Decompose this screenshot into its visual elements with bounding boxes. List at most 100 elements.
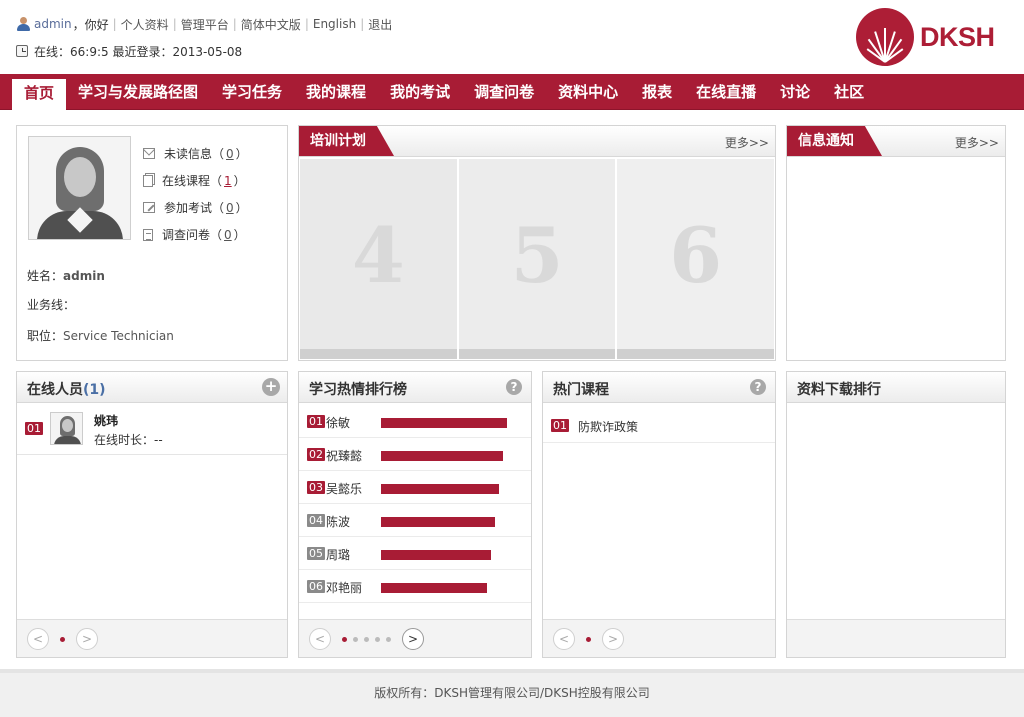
online-users-panel: 在线人员(1) + 01 姚玮 在线时长：-- < > xyxy=(16,371,288,658)
avatar xyxy=(28,136,131,240)
online-status: 在线：66:9:5 最近登录：2013-05-08 xyxy=(16,43,242,59)
survey-count[interactable]: 0 xyxy=(224,228,232,242)
mail-icon xyxy=(143,148,155,159)
more-link[interactable]: 更多>> xyxy=(955,134,999,151)
notice-panel: 信息通知 更多>> xyxy=(786,125,1006,361)
nav-item-8[interactable]: 在线直播 xyxy=(684,74,768,110)
separator: | xyxy=(304,17,309,31)
list-item[interactable]: 01 姚玮 在线时长：-- xyxy=(17,405,287,455)
learner-name: 祝臻懿 xyxy=(326,449,363,463)
stat-online-courses[interactable]: 在线课程（ 1） xyxy=(143,167,248,194)
next-button[interactable]: > xyxy=(402,628,424,650)
stat-surveys[interactable]: 调查问卷（ 0） xyxy=(143,221,248,248)
pager: < > xyxy=(309,628,424,650)
course-count[interactable]: 1 xyxy=(224,174,232,188)
panel-header: 资料下载排行 xyxy=(787,372,1005,403)
page-dot[interactable] xyxy=(60,636,65,642)
page-dot[interactable] xyxy=(342,636,347,642)
username-link[interactable]: admin xyxy=(34,17,72,31)
online-count: (1) xyxy=(83,382,106,398)
ranking-row[interactable]: 03 吴懿乐 xyxy=(299,471,531,504)
ranking-row[interactable]: 01 徐敏 xyxy=(299,405,531,438)
prev-button[interactable]: < xyxy=(27,628,49,650)
online-status-text: 在线：66:9:5 最近登录：2013-05-08 xyxy=(34,44,243,59)
logo[interactable]: DKSH xyxy=(856,8,1008,66)
copyright-text: 版权所有：DKSH管理有限公司/DKSH控股有限公司 xyxy=(374,686,650,700)
learner-name: 徐敏 xyxy=(326,416,351,430)
ranking-row[interactable]: 05 周璐 xyxy=(299,537,531,570)
unread-count[interactable]: 0 xyxy=(226,147,234,161)
carousel-slide[interactable]: 4 xyxy=(300,159,457,359)
rank-badge: 02 xyxy=(307,448,325,461)
carousel-slide[interactable]: 5 xyxy=(458,159,616,359)
separator: | xyxy=(360,17,365,31)
profile-name-value: admin xyxy=(63,269,105,283)
page-dot[interactable] xyxy=(353,636,358,642)
nav-item-6[interactable]: 资料中心 xyxy=(546,74,630,110)
help-icon[interactable]: ? xyxy=(750,379,766,395)
stat-exams[interactable]: 参加考试（ 0） xyxy=(143,194,248,221)
help-icon[interactable]: ? xyxy=(506,379,522,395)
rank-badge: 05 xyxy=(307,547,325,560)
panel-title: 热门课程 xyxy=(553,382,609,398)
nav-item-5[interactable]: 调查问卷 xyxy=(462,74,546,110)
page-dot[interactable] xyxy=(586,636,591,642)
panel-title: 资料下载排行 xyxy=(797,382,881,398)
nav-item-2[interactable]: 学习任务 xyxy=(210,74,294,110)
page-dot[interactable] xyxy=(375,636,380,642)
plus-icon[interactable]: + xyxy=(262,378,280,396)
exam-count[interactable]: 0 xyxy=(226,201,234,215)
copy-icon xyxy=(143,174,153,187)
course-name: 防欺诈政策 xyxy=(578,420,639,434)
user-name: 姚玮 xyxy=(94,414,119,428)
greeting-text: ，你好 xyxy=(72,17,109,32)
prev-button[interactable]: < xyxy=(309,628,331,650)
nav-item-4[interactable]: 我的考试 xyxy=(378,74,462,110)
nav-item-10[interactable]: 社区 xyxy=(822,74,876,110)
nav-item-3[interactable]: 我的课程 xyxy=(294,74,378,110)
nav-item-9[interactable]: 讨论 xyxy=(768,74,822,110)
ranking-row[interactable]: 04 陈波 xyxy=(299,504,531,537)
logo-text: DKSH xyxy=(920,21,995,52)
next-button[interactable]: > xyxy=(76,628,98,650)
panel-header: 学习热情排行榜 ? xyxy=(299,372,531,403)
pager: < > xyxy=(27,628,98,650)
training-carousel: 4 5 6 xyxy=(300,159,775,359)
lang-chinese-link[interactable]: 简体中文版 xyxy=(241,16,301,33)
stat-unread-messages[interactable]: 未读信息（ 0） xyxy=(143,140,248,167)
carousel-slide[interactable]: 6 xyxy=(617,159,775,359)
more-link[interactable]: 更多>> xyxy=(725,134,769,151)
ranking-row[interactable]: 06 邓艳丽 xyxy=(299,570,531,603)
panel-footer xyxy=(787,619,1005,657)
prev-button[interactable]: < xyxy=(553,628,575,650)
nav-item-0[interactable]: 首页 xyxy=(12,79,67,110)
admin-platform-link[interactable]: 管理平台 xyxy=(181,16,229,33)
ranking-row[interactable]: 02 祝臻懿 xyxy=(299,438,531,471)
downloads-panel: 资料下载排行 xyxy=(786,371,1006,658)
list-item[interactable]: 01 防欺诈政策 xyxy=(543,405,775,443)
profile-link[interactable]: 个人资料 xyxy=(121,16,169,33)
lang-english-link[interactable]: English xyxy=(313,17,356,31)
panel-footer: < > xyxy=(299,619,531,657)
next-button[interactable]: > xyxy=(602,628,624,650)
profile-business-line: 业务线： xyxy=(27,298,76,312)
profile-position: 职位：Service Technician xyxy=(27,329,174,343)
score-bar xyxy=(381,517,495,527)
nav-item-1[interactable]: 学习与发展路径图 xyxy=(66,74,210,110)
profile-name: 姓名：admin xyxy=(27,269,105,283)
page-dot[interactable] xyxy=(364,636,369,642)
document-icon xyxy=(143,228,153,241)
logout-link[interactable]: 退出 xyxy=(368,16,392,33)
header: admin ，你好 | 个人资料 | 管理平台 | 简体中文版 | Englis… xyxy=(0,0,1024,74)
panel-header: 热门课程 ? xyxy=(543,372,775,403)
rank-badge: 01 xyxy=(307,415,325,428)
profile-panel: 未读信息（ 0） 在线课程（ 1） 参加考试（ 0） 调查问卷（ 0） 姓名：admin… xyxy=(16,125,288,361)
separator: | xyxy=(232,17,237,31)
learner-name: 邓艳丽 xyxy=(326,581,363,595)
nav-item-7[interactable]: 报表 xyxy=(630,74,684,110)
panel-footer: < > xyxy=(17,619,287,657)
learner-name: 陈波 xyxy=(326,515,351,529)
page-dot[interactable] xyxy=(386,636,391,642)
rank-badge: 03 xyxy=(307,481,325,494)
main-nav: 首页 学习与发展路径图 学习任务 我的课程 我的考试 调查问卷 资料中心 报表 在线直播 讨论 社区 xyxy=(0,74,1024,110)
